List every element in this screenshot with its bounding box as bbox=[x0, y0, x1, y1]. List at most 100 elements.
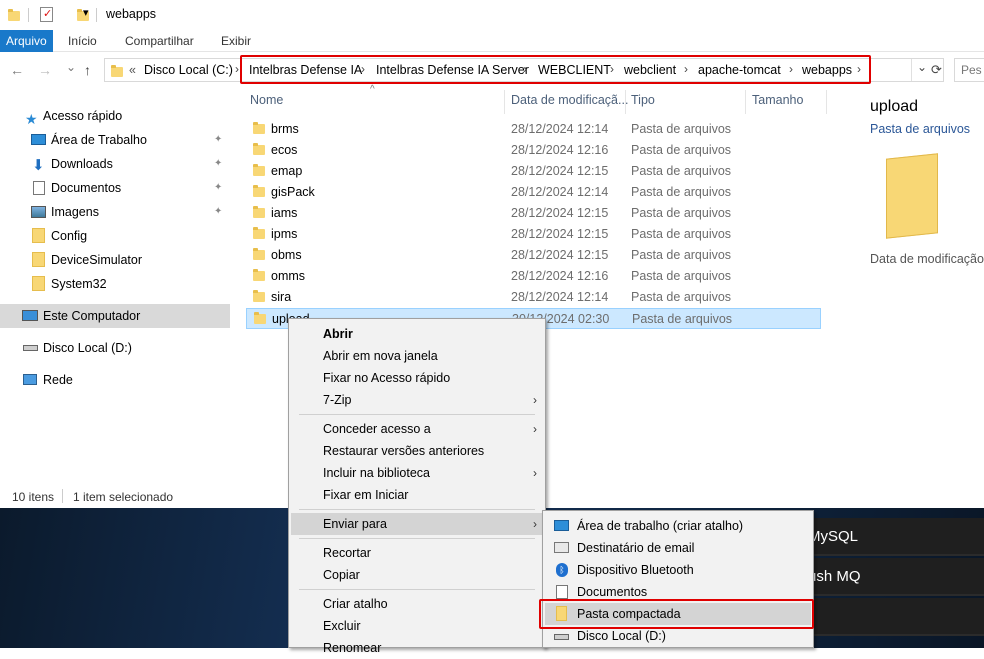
menu-item-copiar[interactable]: Copiar bbox=[291, 564, 543, 586]
menu-item-abrir-nova-janela[interactable]: Abrir em nova janela bbox=[291, 345, 543, 367]
sidebar-item-label: Acesso rápido bbox=[43, 109, 123, 123]
folder-icon bbox=[253, 290, 265, 302]
back-button[interactable]: ← bbox=[10, 62, 24, 78]
folder-icon bbox=[32, 252, 45, 267]
folder-icon bbox=[254, 312, 266, 324]
menu-item-fixar-iniciar[interactable]: Fixar em Iniciar bbox=[291, 484, 543, 506]
sidebar-item-network[interactable]: Rede bbox=[0, 368, 230, 392]
address-dropdown-icon[interactable]: ⌄ bbox=[917, 60, 927, 74]
breadcrumb-overflow[interactable]: « bbox=[129, 63, 136, 77]
chevron-right-icon: › bbox=[533, 517, 537, 531]
folder-icon bbox=[32, 276, 45, 291]
sidebar-item-quick-access[interactable]: ★ Acesso rápido bbox=[0, 104, 230, 128]
column-header-size[interactable]: Tamanho bbox=[752, 93, 803, 107]
file-row[interactable]: emap 28/12/2024 12:15 Pasta de arquivos bbox=[246, 161, 821, 182]
breadcrumb-separator[interactable]: › bbox=[235, 62, 239, 76]
file-name: omms bbox=[271, 269, 306, 283]
recent-locations-button[interactable]: ⌄ bbox=[66, 60, 76, 74]
mail-icon bbox=[554, 542, 569, 553]
menu-item-fixar-acesso-rapido[interactable]: Fixar no Acesso rápido bbox=[291, 367, 543, 389]
submenu-item-desktop-shortcut[interactable]: Área de trabalho (criar atalho) bbox=[545, 515, 811, 537]
sidebar-item-devicesimulator[interactable]: DeviceSimulator bbox=[0, 248, 230, 272]
sidebar-item-system32[interactable]: System32 bbox=[0, 272, 230, 296]
file-row[interactable]: omms 28/12/2024 12:16 Pasta de arquivos bbox=[246, 266, 821, 287]
sidebar-item-config[interactable]: Config bbox=[0, 224, 230, 248]
column-divider[interactable] bbox=[826, 90, 827, 114]
sidebar-item-drive-d[interactable]: Disco Local (D:) bbox=[0, 336, 230, 360]
file-type: Pasta de arquivos bbox=[631, 290, 732, 304]
column-header-type[interactable]: Tipo bbox=[631, 93, 655, 107]
menu-item-abrir[interactable]: Abrir bbox=[291, 323, 543, 345]
drive-icon bbox=[23, 345, 38, 351]
column-header-date[interactable]: Data de modificaçã... bbox=[511, 93, 628, 107]
menu-item-criar-atalho[interactable]: Criar atalho bbox=[291, 593, 543, 615]
file-type: Pasta de arquivos bbox=[631, 164, 732, 178]
selection-count: 1 item selecionado bbox=[73, 490, 174, 504]
tab-exibir[interactable]: Exibir bbox=[221, 30, 251, 52]
tab-compartilhar[interactable]: Compartilhar bbox=[125, 30, 194, 52]
sidebar-item-label: Disco Local (D:) bbox=[43, 341, 132, 355]
sidebar-item-label: System32 bbox=[51, 277, 107, 291]
up-button[interactable]: ↑ bbox=[84, 62, 91, 78]
file-date: 28/12/2024 12:15 bbox=[511, 206, 609, 220]
file-row[interactable]: ipms 28/12/2024 12:15 Pasta de arquivos bbox=[246, 224, 821, 245]
file-row[interactable]: iams 28/12/2024 12:15 Pasta de arquivos bbox=[246, 203, 821, 224]
start-tile[interactable] bbox=[800, 598, 984, 636]
pin-icon: ✦ bbox=[214, 134, 223, 145]
menu-item-recortar[interactable]: Recortar bbox=[291, 542, 543, 564]
column-divider[interactable] bbox=[504, 90, 505, 114]
start-tile-rabbitmq[interactable]: ush MQ bbox=[800, 558, 984, 596]
submenu-item-bluetooth[interactable]: ᛒ Dispositivo Bluetooth bbox=[545, 559, 811, 581]
file-row[interactable]: gisPack 28/12/2024 12:14 Pasta de arquiv… bbox=[246, 182, 821, 203]
refresh-button[interactable]: ⟳ bbox=[931, 62, 942, 78]
divider bbox=[96, 8, 97, 22]
menu-item-excluir[interactable]: Excluir bbox=[291, 615, 543, 637]
menu-item-conceder-acesso[interactable]: Conceder acesso a › bbox=[291, 418, 543, 440]
menu-item-renomear[interactable]: Renomear bbox=[291, 637, 543, 659]
tab-inicio[interactable]: Início bbox=[68, 30, 97, 52]
sidebar-item-this-pc[interactable]: Este Computador bbox=[0, 304, 230, 328]
qat-dropdown-icon[interactable]: ▾ bbox=[83, 6, 89, 19]
forward-button[interactable]: → bbox=[38, 62, 52, 78]
sidebar-item-label: Documentos bbox=[51, 181, 122, 195]
menu-separator bbox=[299, 509, 535, 510]
file-row[interactable]: obms 28/12/2024 12:15 Pasta de arquivos bbox=[246, 245, 821, 266]
sidebar-item-desktop[interactable]: Área de Trabalho ✦ bbox=[0, 128, 230, 152]
file-row[interactable]: ecos 28/12/2024 12:16 Pasta de arquivos bbox=[246, 140, 821, 161]
sidebar-item-documents[interactable]: Documentos ✦ bbox=[0, 176, 230, 200]
menu-item-enviar-para[interactable]: Enviar para › bbox=[291, 513, 543, 535]
details-pane: upload Pasta de arquivos Data de modific… bbox=[856, 88, 984, 488]
column-divider[interactable] bbox=[745, 90, 746, 114]
submenu-item-label: Documentos bbox=[577, 585, 648, 599]
sidebar-item-downloads[interactable]: ⬇ Downloads ✦ bbox=[0, 152, 230, 176]
breadcrumb-disco-local-c[interactable]: Disco Local (C:) bbox=[144, 63, 233, 77]
folder-icon bbox=[32, 228, 45, 243]
menu-item-incluir-biblioteca[interactable]: Incluir na biblioteca › bbox=[291, 462, 543, 484]
network-icon bbox=[23, 374, 37, 385]
drive-icon bbox=[554, 634, 569, 640]
file-row[interactable]: brms 28/12/2024 12:14 Pasta de arquivos bbox=[246, 119, 821, 140]
folder-icon bbox=[253, 185, 265, 197]
chevron-right-icon: › bbox=[533, 466, 537, 480]
file-name: brms bbox=[271, 122, 299, 136]
folder-icon bbox=[253, 164, 265, 176]
start-tile-mysql[interactable]: MySQL bbox=[800, 518, 984, 556]
file-name: emap bbox=[271, 164, 303, 178]
sidebar-item-pictures[interactable]: Imagens ✦ bbox=[0, 200, 230, 224]
preview-type: Pasta de arquivos bbox=[870, 122, 971, 136]
menu-item-7zip[interactable]: 7-Zip › bbox=[291, 389, 543, 411]
pin-icon: ✦ bbox=[214, 182, 223, 193]
search-input[interactable]: Pes bbox=[954, 58, 984, 82]
pin-icon: ✦ bbox=[214, 158, 223, 169]
submenu-item-mail-recipient[interactable]: Destinatário de email bbox=[545, 537, 811, 559]
column-header-name[interactable]: Nome bbox=[250, 93, 283, 107]
chevron-right-icon: › bbox=[533, 422, 537, 436]
file-type: Pasta de arquivos bbox=[631, 143, 732, 157]
tab-arquivo[interactable]: Arquivo bbox=[0, 30, 53, 52]
submenu-item-label: Disco Local (D:) bbox=[577, 629, 666, 643]
properties-icon[interactable]: ✓ bbox=[40, 7, 53, 22]
column-divider[interactable] bbox=[625, 90, 626, 114]
menu-item-restaurar-versoes[interactable]: Restaurar versões anteriores bbox=[291, 440, 543, 462]
file-type: Pasta de arquivos bbox=[631, 206, 732, 220]
file-row[interactable]: sira 28/12/2024 12:14 Pasta de arquivos bbox=[246, 287, 821, 308]
